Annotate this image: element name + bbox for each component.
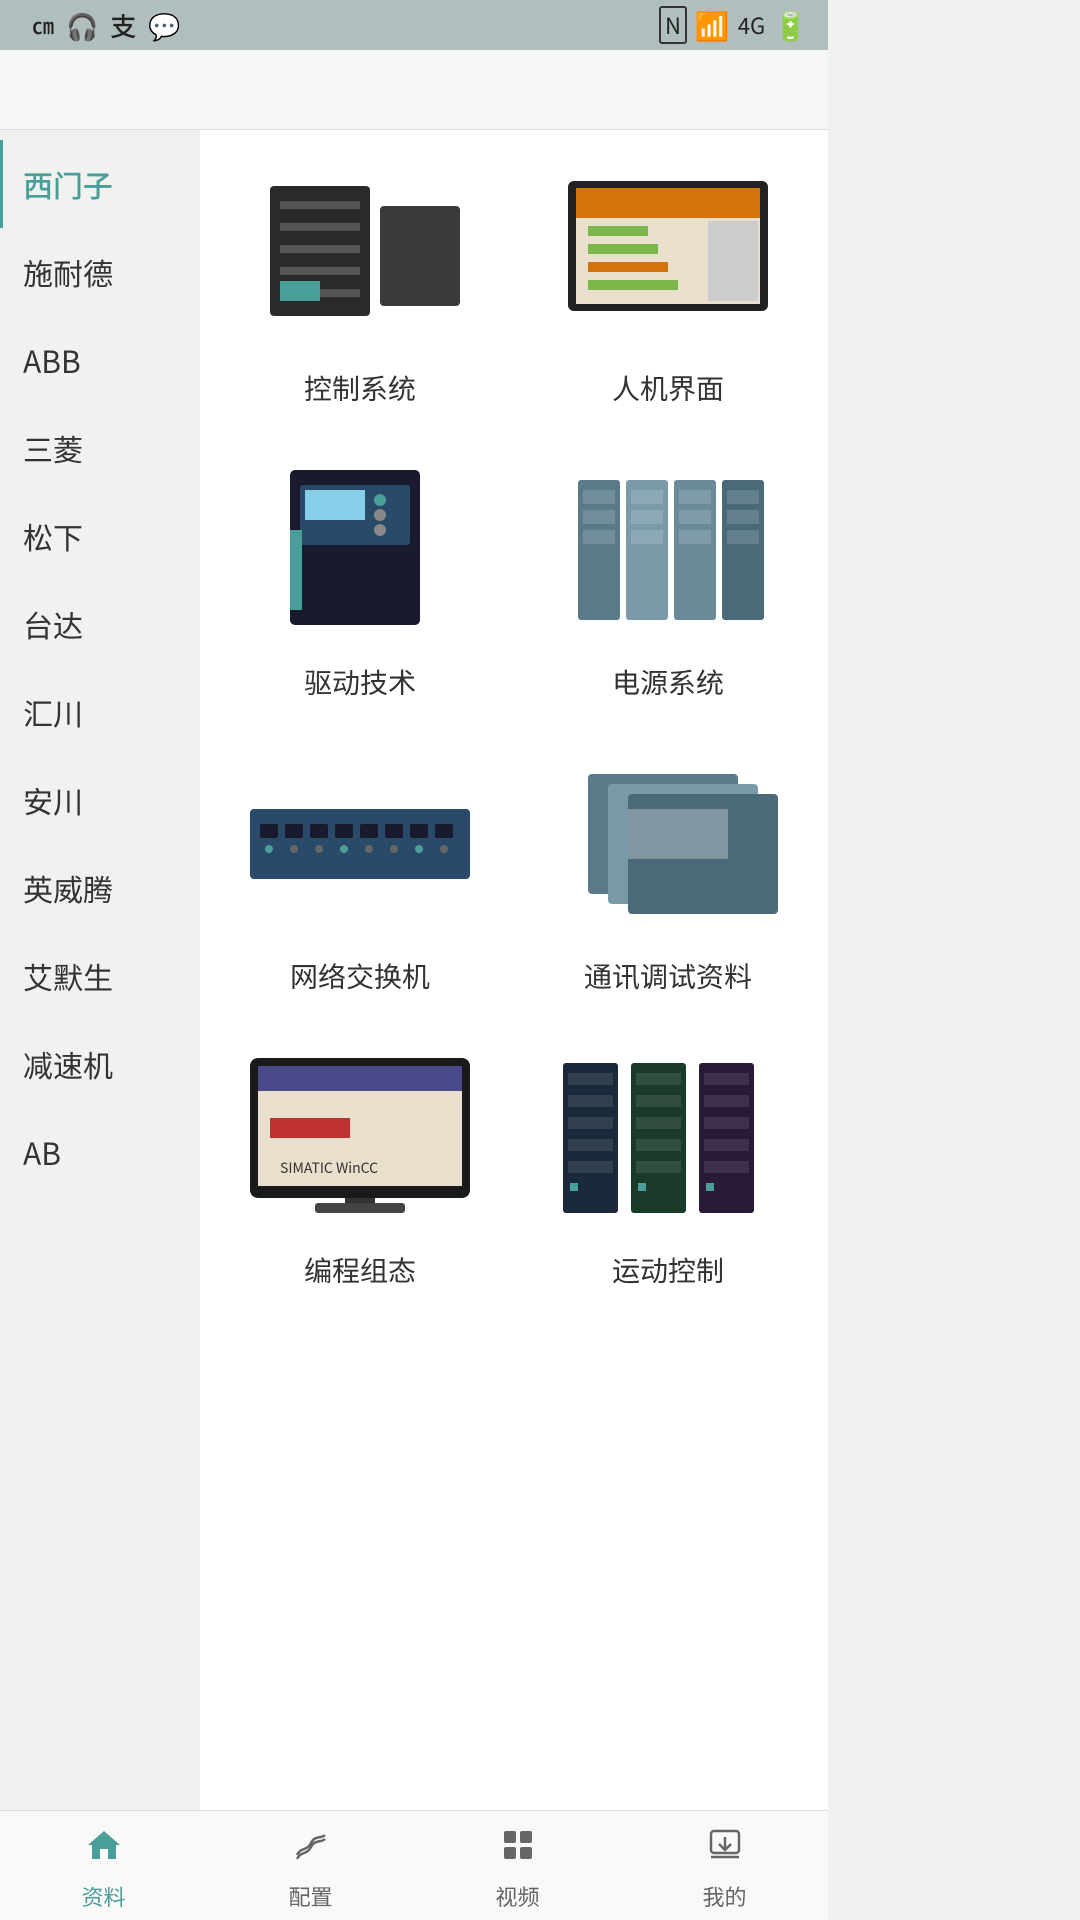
sidebar-item-emerson[interactable]: 艾默生 [0, 932, 200, 1020]
download-icon [707, 1819, 743, 1874]
product-label-power: 电源系统 [612, 662, 724, 702]
bottom-nav-item-home[interactable]: 资料 [0, 1819, 207, 1912]
sidebar-item-abb[interactable]: ABB [0, 316, 200, 404]
bottom-nav-item-config[interactable]: 配置 [207, 1819, 414, 1912]
chart-icon [293, 1819, 329, 1874]
product-label-control-system: 控制系统 [304, 368, 416, 408]
product-card-motion[interactable]: 运动控制 [524, 1032, 812, 1306]
product-label-network-switch: 网络交换机 [290, 956, 430, 996]
bottom-nav-item-video[interactable]: 视频 [414, 1819, 621, 1912]
product-card-programming[interactable]: SIMATIC WinCC 编程组态 [216, 1032, 504, 1306]
product-image-motion [548, 1048, 788, 1228]
product-card-drive[interactable]: 驱动技术 [216, 444, 504, 718]
bottom-nav-label-config: 配置 [288, 1880, 332, 1912]
sidebar-item-delta[interactable]: 台达 [0, 580, 200, 668]
product-image-network-switch [240, 754, 480, 934]
product-image-drive [240, 460, 480, 640]
svg-text:SIMATIC WinCC: SIMATIC WinCC [280, 1158, 378, 1178]
sidebar-item-reducer[interactable]: 减速机 [0, 1020, 200, 1108]
sidebar-item-siemens[interactable]: 西门子 [0, 140, 200, 228]
product-card-control-system[interactable]: 控制系统 [216, 150, 504, 424]
bottom-nav-label-home: 资料 [81, 1880, 125, 1912]
sidebar: 西门子施耐德ABB三菱松下台达汇川安川英威腾艾默生减速机AB [0, 130, 200, 1810]
sidebar-item-invt[interactable]: 英威腾 [0, 844, 200, 932]
sidebar-item-inovance[interactable]: 汇川 [0, 668, 200, 756]
status-icons: N 📶 4G 🔋 [659, 5, 808, 45]
sidebar-item-ab[interactable]: AB [0, 1108, 200, 1196]
bottom-nav-item-mine[interactable]: 我的 [621, 1819, 828, 1912]
product-label-hmi: 人机界面 [612, 368, 724, 408]
main-layout: 西门子施耐德ABB三菱松下台达汇川安川英威腾艾默生减速机AB 控制系统 人机界面驱… [0, 130, 828, 1810]
product-card-network-switch[interactable]: 网络交换机 [216, 738, 504, 1012]
status-time: ㎝ 🎧 支 💬 [20, 7, 181, 44]
status-bar: ㎝ 🎧 支 💬 N 📶 4G 🔋 [0, 0, 828, 50]
product-label-motion: 运动控制 [612, 1250, 724, 1290]
bottom-nav: 资料 配置 视频 我的 [0, 1810, 828, 1920]
bottom-nav-label-mine: 我的 [702, 1880, 746, 1912]
product-label-drive: 驱动技术 [304, 662, 416, 702]
product-image-hmi [548, 166, 788, 346]
sidebar-item-mitsubishi[interactable]: 三菱 [0, 404, 200, 492]
product-image-comm-debug [548, 754, 788, 934]
product-grid: 控制系统 人机界面驱动技术 电源系统网络交换机 通讯调试资料 SIMATIC WinCC… [200, 130, 828, 1810]
product-card-hmi[interactable]: 人机界面 [524, 150, 812, 424]
product-image-programming: SIMATIC WinCC [240, 1048, 480, 1228]
sidebar-item-panasonic[interactable]: 松下 [0, 492, 200, 580]
bottom-nav-label-video: 视频 [495, 1880, 539, 1912]
product-card-comm-debug[interactable]: 通讯调试资料 [524, 738, 812, 1012]
top-nav [0, 50, 828, 130]
product-label-programming: 编程组态 [304, 1250, 416, 1290]
home-icon [86, 1819, 122, 1874]
product-image-power [548, 460, 788, 640]
product-card-power[interactable]: 电源系统 [524, 444, 812, 718]
sidebar-item-yaskawa[interactable]: 安川 [0, 756, 200, 844]
product-image-control-system [240, 166, 480, 346]
grid-icon [500, 1819, 536, 1874]
product-label-comm-debug: 通讯调试资料 [584, 956, 752, 996]
sidebar-item-schneider[interactable]: 施耐德 [0, 228, 200, 316]
